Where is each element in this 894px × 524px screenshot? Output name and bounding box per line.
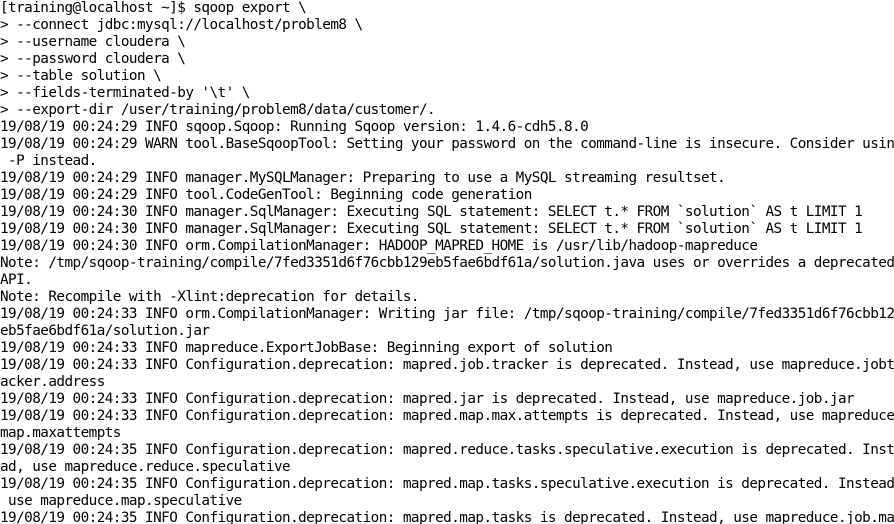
terminal-line: 19/08/19 00:24:33 INFO Configuration.dep… [0, 391, 855, 407]
terminal-line: acker.address [0, 374, 105, 390]
terminal-line: > --password cloudera \ [0, 51, 186, 67]
terminal-line: 19/08/19 00:24:33 INFO orm.CompilationMa… [0, 306, 894, 322]
terminal-line: > --username cloudera \ [0, 34, 186, 50]
terminal-line: > --export-dir /user/training/problem8/d… [0, 102, 436, 118]
terminal-line: eb5fae6bdf61a/solution.jar [0, 323, 210, 339]
terminal-line: 19/08/19 00:24:30 INFO manager.SqlManage… [0, 221, 863, 237]
terminal-line: Note: Recompile with -Xlint:deprecation … [0, 289, 420, 305]
terminal-output[interactable]: [training@localhost ~]$ sqoop export \ >… [0, 0, 894, 524]
terminal-line: 19/08/19 00:24:30 INFO manager.SqlManage… [0, 204, 863, 220]
terminal-line: 19/08/19 00:24:29 WARN tool.BaseSqoopToo… [0, 136, 894, 152]
terminal-line: 19/08/19 00:24:33 INFO Configuration.dep… [0, 408, 894, 424]
terminal-line: 19/08/19 00:24:29 INFO manager.MySQLMana… [0, 170, 726, 186]
terminal-line: map.maxattempts [0, 425, 121, 441]
terminal-line: 19/08/19 00:24:29 INFO sqoop.Sqoop: Runn… [0, 119, 589, 135]
terminal-line: 19/08/19 00:24:33 INFO mapreduce.ExportJ… [0, 340, 613, 356]
terminal-line: -P instead. [0, 153, 97, 169]
terminal-line: 19/08/19 00:24:33 INFO Configuration.dep… [0, 357, 894, 373]
terminal-line: 19/08/19 00:24:35 INFO Configuration.dep… [0, 476, 894, 492]
terminal-line: > --table solution \ [0, 68, 162, 84]
terminal-line: ad, use mapreduce.reduce.speculative [0, 459, 291, 475]
terminal-line: [training@localhost ~]$ sqoop export \ [0, 0, 307, 16]
terminal-line: > --connect jdbc:mysql://localhost/probl… [0, 17, 363, 33]
terminal-line: Note: /tmp/sqoop-training/compile/7fed33… [0, 255, 894, 271]
terminal-line: 19/08/19 00:24:35 INFO Configuration.dep… [0, 510, 894, 524]
terminal-line: API. [0, 272, 33, 288]
terminal-line: use mapreduce.map.speculative [0, 493, 242, 509]
terminal-line: 19/08/19 00:24:30 INFO orm.CompilationMa… [0, 238, 758, 254]
terminal-line: 19/08/19 00:24:29 INFO tool.CodeGenTool:… [0, 187, 532, 203]
terminal-line: 19/08/19 00:24:35 INFO Configuration.dep… [0, 442, 894, 458]
terminal-line: > --fields-terminated-by '\t' \ [0, 85, 250, 101]
